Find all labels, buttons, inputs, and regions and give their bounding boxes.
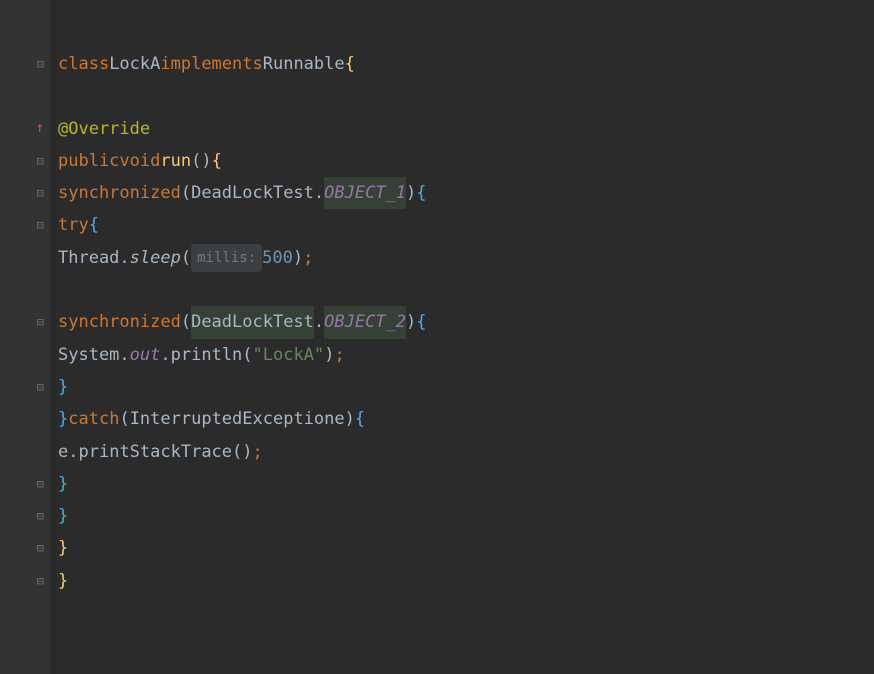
gutter-fold-end4[interactable]: ⊟ — [37, 532, 44, 564]
editor-gutter: ⊟ ↑ ⊟ ⊟ ⊟ ⊟ ⊟ ⊟ ⊟ ⊟ ⊟ — [0, 0, 50, 674]
code-line-2[interactable] — [58, 80, 874, 112]
gutter-fold-class[interactable]: ⊟ — [37, 48, 44, 80]
code-line-11[interactable]: } — [58, 371, 874, 403]
gutter-fold-end[interactable]: ⊟ — [37, 371, 44, 403]
gutter-fold-try[interactable]: ⊟ — [37, 209, 44, 241]
code-line-12[interactable]: } catch (InterruptedException e) { — [58, 403, 874, 435]
gutter-fold-end3[interactable]: ⊟ — [37, 500, 44, 532]
code-line-10[interactable]: System.out.println("LockA"); — [58, 339, 874, 371]
gutter-override-marker[interactable]: ↑ — [36, 113, 44, 145]
code-line-13[interactable]: e.printStackTrace(); — [58, 436, 874, 468]
gutter-fold-end5[interactable]: ⊟ — [37, 565, 44, 597]
code-line-7[interactable]: Thread.sleep( millis: 500); — [58, 242, 874, 274]
code-line-9[interactable]: synchronized (DeadLockTest.OBJECT_2) { — [58, 306, 874, 338]
gutter-fold-method[interactable]: ⊟ — [37, 145, 44, 177]
gutter-fold-sync2[interactable]: ⊟ — [37, 306, 44, 338]
code-line-4[interactable]: public void run() { — [58, 145, 874, 177]
code-line-16[interactable]: } — [58, 532, 874, 564]
code-editor[interactable]: class LockA implements Runnable { @Overr… — [50, 0, 874, 674]
gutter-fold-sync1[interactable]: ⊟ — [37, 177, 44, 209]
code-line-3[interactable]: @Override — [58, 113, 874, 145]
code-line-5[interactable]: synchronized (DeadLockTest.OBJECT_1) { — [58, 177, 874, 209]
code-line-1[interactable]: class LockA implements Runnable { — [58, 48, 874, 80]
code-line-17[interactable]: } — [58, 565, 874, 597]
code-line-8[interactable] — [58, 274, 874, 306]
code-line-14[interactable]: } — [58, 468, 874, 500]
gutter-fold-end2[interactable]: ⊟ — [37, 468, 44, 500]
code-line-15[interactable]: } — [58, 500, 874, 532]
code-line-6[interactable]: try { — [58, 209, 874, 241]
